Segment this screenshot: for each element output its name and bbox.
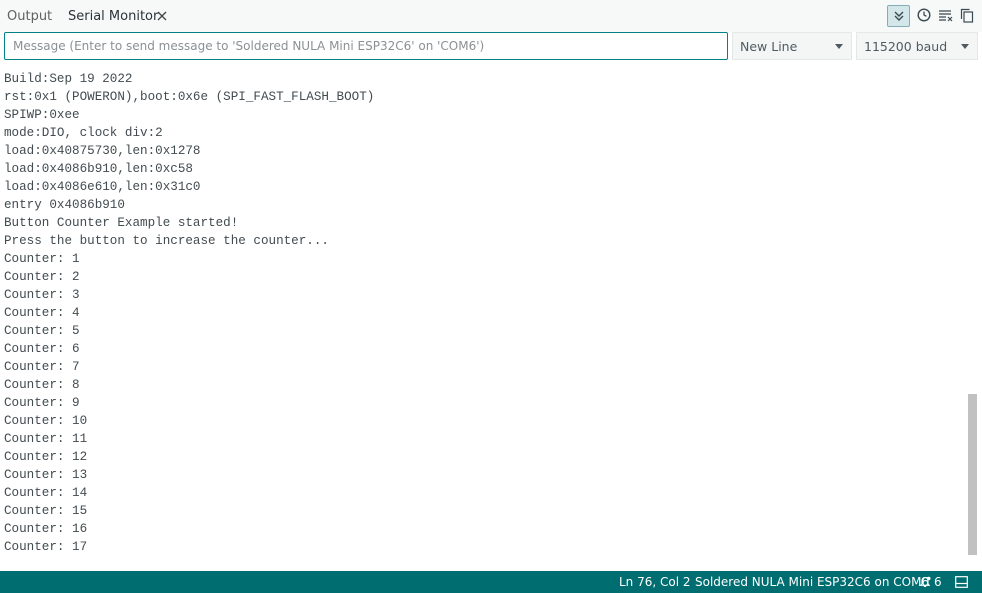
notifications-button[interactable]: 6 bbox=[919, 571, 942, 593]
baud-rate-value: 115200 baud bbox=[864, 39, 948, 54]
tab-output[interactable]: Output bbox=[7, 0, 52, 32]
copy-icon bbox=[960, 8, 974, 23]
line-ending-select[interactable]: New Line bbox=[732, 32, 852, 60]
clock-icon bbox=[917, 8, 931, 22]
output-line: Counter: 1 bbox=[4, 252, 80, 266]
cursor-position[interactable]: Ln 76, Col 2 bbox=[619, 571, 691, 593]
status-bar: Ln 76, Col 2 Soldered NULA Mini ESP32C6 … bbox=[0, 571, 982, 593]
baud-rate-select[interactable]: 115200 baud bbox=[856, 32, 978, 60]
output-line: Counter: 9 bbox=[4, 396, 80, 410]
panel-tab-bar: Output Serial Monitor bbox=[0, 0, 982, 32]
output-line: Button Counter Example started! bbox=[4, 216, 239, 230]
close-icon[interactable] bbox=[156, 10, 168, 22]
output-line: entry 0x4086b910 bbox=[4, 198, 125, 212]
output-line: Counter: 6 bbox=[4, 342, 80, 356]
output-line: Counter: 2 bbox=[4, 270, 80, 284]
output-line: Counter: 17 bbox=[4, 540, 88, 554]
output-line: Counter: 13 bbox=[4, 468, 88, 482]
output-line: Counter: 5 bbox=[4, 324, 80, 338]
output-line: Counter: 15 bbox=[4, 504, 88, 518]
output-line: Counter: 3 bbox=[4, 288, 80, 302]
copy-output-button[interactable] bbox=[956, 4, 978, 26]
output-line: Counter: 11 bbox=[4, 432, 88, 446]
double-chevron-down-icon bbox=[894, 11, 903, 21]
toggle-autoscroll-button[interactable] bbox=[887, 5, 910, 27]
chevron-down-icon bbox=[835, 44, 843, 49]
output-line: Counter: 8 bbox=[4, 378, 80, 392]
notification-count: 6 bbox=[934, 574, 942, 589]
serial-controls: New Line 115200 baud bbox=[0, 32, 982, 64]
tab-serial-monitor[interactable]: Serial Monitor bbox=[68, 0, 158, 32]
line-ending-value: New Line bbox=[740, 39, 798, 54]
output-line: SPIWP:0xee bbox=[4, 108, 80, 122]
output-line: Counter: 4 bbox=[4, 306, 80, 320]
output-line: rst:0x1 (POWERON),boot:0x6e (SPI_FAST_FL… bbox=[4, 90, 375, 104]
clear-output-icon bbox=[939, 10, 953, 22]
output-scrollbar[interactable] bbox=[968, 394, 977, 555]
output-line: load:0x4086b910,len:0xc58 bbox=[4, 162, 193, 176]
output-line: Counter: 10 bbox=[4, 414, 88, 428]
output-line: load:0x4086e610,len:0x31c0 bbox=[4, 180, 201, 194]
bell-icon bbox=[919, 576, 931, 588]
output-line: Counter: 14 bbox=[4, 486, 88, 500]
output-line: Counter: 7 bbox=[4, 360, 80, 374]
message-input[interactable] bbox=[4, 32, 728, 60]
output-line: Press the button to increase the counter… bbox=[4, 234, 329, 248]
clear-output-button[interactable] bbox=[935, 4, 957, 26]
toggle-panel-icon[interactable] bbox=[955, 576, 968, 588]
output-line: Build:Sep 19 2022 bbox=[4, 72, 133, 86]
board-status[interactable]: Soldered NULA Mini ESP32C6 on COM6 bbox=[695, 571, 929, 593]
chevron-down-icon bbox=[961, 44, 969, 49]
output-line: mode:DIO, clock div:2 bbox=[4, 126, 163, 140]
output-line: load:0x40875730,len:0x1278 bbox=[4, 144, 201, 158]
output-line: Counter: 16 bbox=[4, 522, 88, 536]
toggle-timestamp-button[interactable] bbox=[913, 4, 935, 26]
serial-output[interactable]: Build:Sep 19 2022 rst:0x1 (POWERON),boot:… bbox=[0, 68, 966, 568]
output-line: Counter: 12 bbox=[4, 450, 88, 464]
